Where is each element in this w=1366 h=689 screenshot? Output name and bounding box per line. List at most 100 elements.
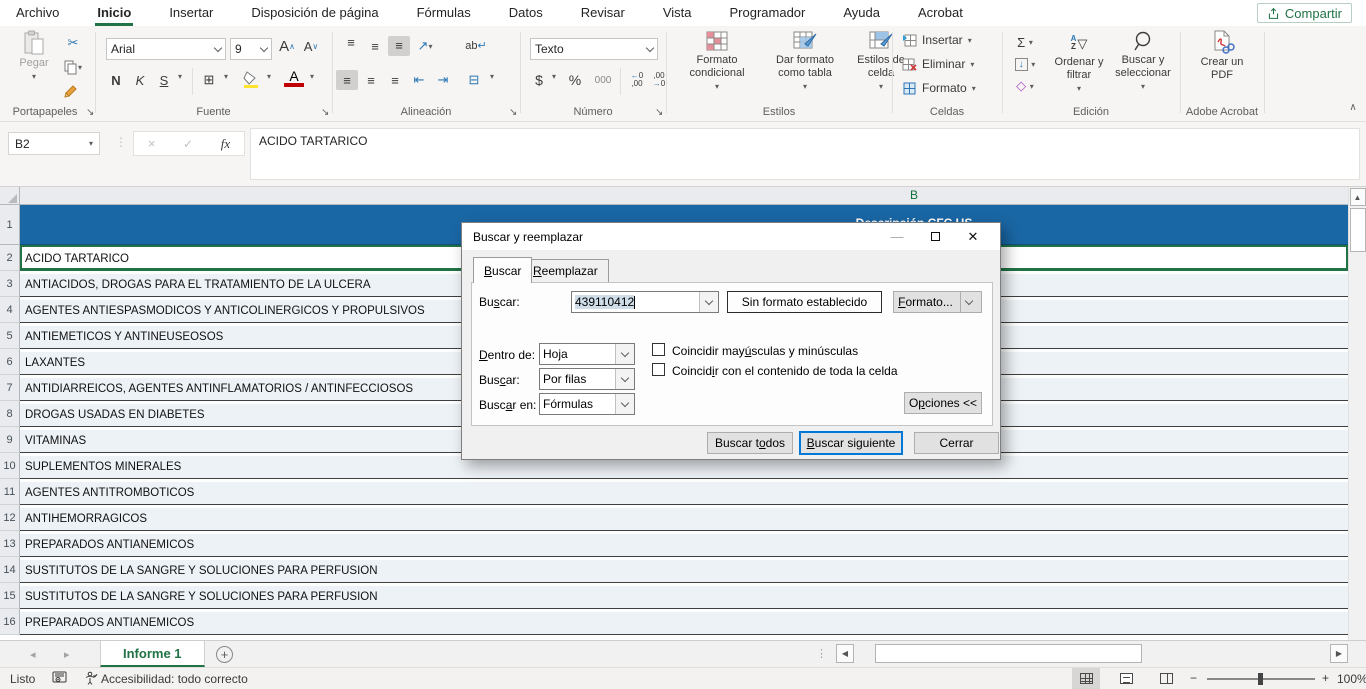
macro-record-icon[interactable]	[52, 671, 67, 687]
sheet-tab-informe-1[interactable]: Informe 1	[100, 641, 205, 667]
horizontal-scroll-thumb[interactable]	[875, 644, 1142, 663]
currency-button[interactable]: $	[530, 70, 548, 90]
borders-caret-icon[interactable]: ▾	[220, 72, 232, 81]
row-header[interactable]: 10	[0, 453, 20, 479]
cell[interactable]: ANTIHEMORRAGICOS	[20, 505, 1348, 531]
insert-function-icon[interactable]: fx	[221, 136, 230, 152]
cell[interactable]: AGENTES ANTITROMBOTICOS	[20, 479, 1348, 505]
tab-buscar[interactable]: Buscar	[473, 257, 532, 283]
ribbon-tab[interactable]: Datos	[507, 1, 545, 26]
search-order-combo[interactable]: Por filas	[539, 368, 635, 390]
align-right-button[interactable]: ≡	[384, 70, 406, 90]
cell[interactable]: SUSTITUTOS DE LA SANGRE Y SOLUCIONES PAR…	[20, 583, 1348, 609]
increase-font-button[interactable]: A∧	[276, 36, 298, 56]
cancel-entry-icon[interactable]: ×	[148, 136, 156, 151]
match-case-checkbox[interactable]	[652, 343, 665, 356]
normal-view-button[interactable]	[1072, 668, 1100, 689]
fuente-dialog-launcher-icon[interactable]: ↘	[321, 107, 329, 118]
ribbon-tab[interactable]: Archivo	[14, 1, 61, 26]
row-header[interactable]: 14	[0, 557, 20, 583]
row-header[interactable]: 5	[0, 323, 20, 349]
row-header[interactable]: 15	[0, 583, 20, 609]
accessibility-status[interactable]: Accesibilidad: todo correcto	[101, 672, 248, 686]
within-combo[interactable]: Hoja	[539, 343, 635, 365]
close-icon[interactable]: ✕	[954, 223, 992, 250]
confirm-entry-icon[interactable]: ✓	[183, 137, 193, 151]
find-what-combo[interactable]: 439110412	[571, 291, 719, 313]
create-pdf-button[interactable]: Crear un PDF	[1192, 30, 1252, 82]
ribbon-tab[interactable]: Fórmulas	[415, 1, 473, 26]
table-row[interactable]: 11 AGENTES ANTITROMBOTICOS	[0, 479, 1348, 505]
find-all-button[interactable]: Buscar todos	[707, 432, 793, 454]
tab-scroll-splitter[interactable]: ⋮	[816, 647, 828, 660]
align-middle-button[interactable]: ≡	[364, 36, 386, 56]
format-painter-button[interactable]	[60, 82, 82, 100]
alineacion-dialog-launcher-icon[interactable]: ↘	[509, 107, 517, 118]
italic-button[interactable]: K	[130, 70, 150, 90]
cell[interactable]: PREPARADOS ANTIANEMICOS	[20, 531, 1348, 557]
table-row[interactable]: 12 ANTIHEMORRAGICOS	[0, 505, 1348, 531]
zoom-slider-handle[interactable]	[1258, 673, 1263, 685]
sheet-nav-next-icon[interactable]: ▸	[64, 648, 70, 661]
format-button-caret-icon[interactable]	[960, 292, 977, 312]
tab-reemplazar[interactable]: Reemplazar	[522, 259, 609, 282]
fill-color-caret-icon[interactable]: ▾	[263, 72, 275, 81]
decrease-indent-button[interactable]: ⇤	[408, 70, 430, 90]
sheet-nav-prev-icon[interactable]: ◂	[30, 648, 36, 661]
find-what-dropdown-icon[interactable]	[699, 292, 718, 312]
ribbon-tab[interactable]: Insertar	[167, 1, 215, 26]
clear-button[interactable]: ◇ ▾	[1008, 78, 1042, 94]
column-header-b[interactable]: B	[894, 188, 934, 202]
paste-button[interactable]: Pegar ▾	[12, 30, 56, 83]
conditional-formatting-button[interactable]: Formato condicional ▾	[676, 30, 758, 93]
underline-caret-icon[interactable]: ▾	[174, 72, 186, 81]
select-all-corner[interactable]	[0, 187, 20, 205]
maximize-icon[interactable]	[916, 223, 954, 250]
ribbon-tab[interactable]: Acrobat	[916, 1, 965, 26]
align-left-button[interactable]: ≡	[336, 70, 358, 90]
row-header[interactable]: 16	[0, 609, 20, 635]
share-button[interactable]: Compartir	[1257, 3, 1352, 23]
ribbon-tab[interactable]: Vista	[661, 1, 694, 26]
font-color-button[interactable]: A	[284, 68, 304, 90]
format-cells-button[interactable]: Formato▾	[902, 81, 998, 95]
cell[interactable]: SUSTITUTOS DE LA SANGRE Y SOLUCIONES PAR…	[20, 557, 1348, 583]
table-row[interactable]: 14 SUSTITUTOS DE LA SANGRE Y SOLUCIONES …	[0, 557, 1348, 583]
formula-input[interactable]: ACIDO TARTARICO	[250, 128, 1360, 180]
within-dropdown-icon[interactable]	[615, 344, 634, 364]
row-header-1[interactable]: 1	[0, 205, 20, 245]
table-row[interactable]: 16 PREPARADOS ANTIANEMICOS	[0, 609, 1348, 635]
currency-caret-icon[interactable]: ▾	[548, 72, 560, 81]
match-entire-checkbox[interactable]	[652, 363, 665, 376]
row-header[interactable]: 3	[0, 271, 20, 297]
find-select-button[interactable]: Buscar y seleccionar ▾	[1108, 30, 1178, 93]
ribbon-tab[interactable]: Inicio	[95, 1, 133, 26]
row-header[interactable]: 9	[0, 427, 20, 453]
ribbon-tab[interactable]: Disposición de página	[249, 1, 380, 26]
ribbon-tab[interactable]: Revisar	[579, 1, 627, 26]
number-format-combo[interactable]: Texto	[530, 38, 658, 60]
search-order-dropdown-icon[interactable]	[615, 369, 634, 389]
page-layout-view-button[interactable]	[1112, 668, 1140, 689]
align-bottom-button[interactable]: ≡	[388, 36, 410, 56]
ribbon-tab[interactable]: Programador	[728, 1, 808, 26]
table-row[interactable]: 13 PREPARADOS ANTIANEMICOS	[0, 531, 1348, 557]
formula-bar-splitter[interactable]: ⋮	[115, 135, 127, 149]
cut-button[interactable]: ✂	[62, 34, 84, 52]
row-header[interactable]: 7	[0, 375, 20, 401]
table-row[interactable]: 15 SUSTITUTOS DE LA SANGRE Y SOLUCIONES …	[0, 583, 1348, 609]
decrease-font-button[interactable]: A∨	[300, 36, 322, 56]
row-header[interactable]: 11	[0, 479, 20, 505]
borders-button[interactable]: ⊞	[198, 70, 220, 90]
row-header[interactable]: 2	[0, 245, 20, 271]
page-break-view-button[interactable]	[1152, 668, 1180, 689]
increase-decimal-button[interactable]: ←0,00	[626, 70, 648, 90]
insert-cells-button[interactable]: Insertar▾	[902, 33, 998, 47]
comma-style-button[interactable]: 000	[590, 70, 616, 90]
numero-dialog-launcher-icon[interactable]: ↘	[655, 107, 663, 118]
scroll-up-icon[interactable]: ▲	[1350, 188, 1366, 206]
look-in-combo[interactable]: Fórmulas	[539, 393, 635, 415]
delete-cells-button[interactable]: Eliminar▾	[902, 57, 998, 71]
increase-indent-button[interactable]: ⇥	[432, 70, 454, 90]
fill-color-button[interactable]	[242, 70, 262, 90]
